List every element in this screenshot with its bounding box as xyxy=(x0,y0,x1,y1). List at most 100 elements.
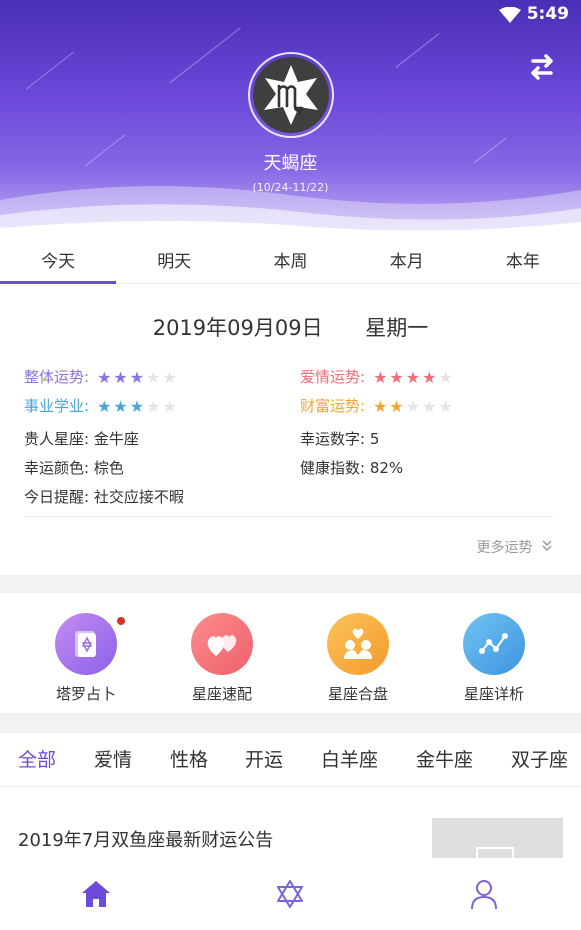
star-empty-icon: ★ xyxy=(146,397,163,416)
nav-profile[interactable] xyxy=(466,876,502,912)
tool-compatibility[interactable]: 星座合盘 xyxy=(303,613,413,704)
info-lucky-number: 幸运数字: 5 xyxy=(300,428,379,449)
fortune-date: 2019年09月09日 xyxy=(152,316,323,340)
article-thumbnail[interactable] xyxy=(432,818,563,863)
tools-row: 塔罗占卜 星座速配 星座合盘 星座详析 xyxy=(0,593,581,713)
divider xyxy=(24,516,553,517)
article-item[interactable]: 2019年7月双鱼座最新财运公告 xyxy=(0,788,581,863)
info-health-index: 健康指数: 82% xyxy=(300,457,403,478)
info-value: 5 xyxy=(369,430,380,448)
info-value: 社交应接不暇 xyxy=(93,488,184,506)
category-gemini[interactable]: 双子座 xyxy=(511,733,568,787)
tool-label: 塔罗占卜 xyxy=(55,685,116,703)
rating-stars: ★★★★★ xyxy=(97,397,179,416)
star-filled-icon: ★ xyxy=(405,368,423,387)
sign-avatar[interactable] xyxy=(248,52,334,138)
rating-stars: ★★★★★ xyxy=(373,397,455,416)
scorpio-icon xyxy=(264,65,318,125)
section-gap xyxy=(0,575,581,593)
info-label: 贵人星座: xyxy=(24,430,90,448)
tool-circle xyxy=(191,613,253,675)
category-tabs: 全部 爱情 性格 开运 白羊座 金牛座 双子座 xyxy=(0,733,581,787)
category-luck[interactable]: 开运 xyxy=(245,733,283,787)
fortune-date-line: 2019年09月09日 星期一 xyxy=(0,312,581,342)
tab-this-year[interactable]: 本年 xyxy=(465,240,581,283)
rating-label: 财富运势: xyxy=(300,397,366,415)
category-love[interactable]: 爱情 xyxy=(94,733,132,787)
nav-star[interactable] xyxy=(272,876,308,912)
info-label: 健康指数: xyxy=(300,459,366,477)
constellation-icon xyxy=(479,633,508,654)
status-time: 5:49 xyxy=(526,4,569,24)
hearts-icon xyxy=(207,635,237,656)
tab-this-month[interactable]: 本月 xyxy=(349,240,465,283)
star-empty-icon: ★ xyxy=(162,368,179,387)
tab-today[interactable]: 今天 xyxy=(0,240,117,284)
category-personality[interactable]: 性格 xyxy=(170,733,208,787)
rating-stars: ★★★★★ xyxy=(97,368,179,387)
bottom-nav xyxy=(0,858,581,930)
star-filled-icon: ★ xyxy=(129,368,147,387)
notification-dot xyxy=(117,617,125,625)
section-gap xyxy=(0,713,581,733)
category-taurus[interactable]: 金牛座 xyxy=(416,733,473,787)
star-empty-icon: ★ xyxy=(162,397,179,416)
info-label: 幸运数字: xyxy=(300,430,366,448)
rating-overall: 整体运势: ★★★★★ xyxy=(24,366,179,387)
rating-love: 爱情运势: ★★★★★ xyxy=(300,366,455,387)
category-aries[interactable]: 白羊座 xyxy=(321,733,378,787)
info-value: 82% xyxy=(369,459,404,477)
more-fortune-label: 更多运势 xyxy=(476,540,533,556)
star-filled-icon: ★ xyxy=(113,368,130,387)
rating-label: 事业学业: xyxy=(24,397,90,415)
tab-tomorrow[interactable]: 明天 xyxy=(116,240,232,283)
switch-sign-button[interactable] xyxy=(525,50,559,84)
star-empty-icon: ★ xyxy=(405,397,423,416)
tarot-card-icon xyxy=(75,631,96,657)
tool-circle xyxy=(327,613,389,675)
rating-wealth: 财富运势: ★★★★★ xyxy=(300,395,455,416)
more-fortune-link[interactable]: 更多运势 xyxy=(477,537,553,557)
article-title[interactable]: 2019年7月双鱼座最新财运公告 xyxy=(18,826,273,852)
tool-circle xyxy=(55,613,125,675)
header-wave xyxy=(0,186,581,240)
wifi-icon xyxy=(499,7,521,23)
tool-sign-analysis[interactable]: 星座详析 xyxy=(439,613,549,704)
double-chevron-down-icon xyxy=(542,540,552,552)
tool-tarot[interactable]: 塔罗占卜 xyxy=(31,613,141,704)
star-filled-icon: ★ xyxy=(373,397,390,416)
star-empty-icon: ★ xyxy=(146,368,163,387)
header: 5:49 天蝎座 (10/24-11/22) xyxy=(0,0,581,240)
star-filled-icon: ★ xyxy=(129,397,147,416)
tool-label: 星座合盘 xyxy=(327,685,388,703)
rating-label: 整体运势: xyxy=(24,368,90,386)
category-all[interactable]: 全部 xyxy=(18,733,56,787)
rating-career: 事业学业: ★★★★★ xyxy=(24,395,179,416)
star-empty-icon: ★ xyxy=(438,368,455,387)
info-label: 幸运颜色: xyxy=(24,459,90,477)
status-bar: 5:49 xyxy=(0,0,581,30)
star-empty-icon: ★ xyxy=(438,397,455,416)
tab-this-week[interactable]: 本周 xyxy=(232,240,348,283)
period-tabs: 今天 明天 本周 本月 本年 xyxy=(0,240,581,284)
home-icon xyxy=(82,881,110,907)
info-label: 今日提醒: xyxy=(24,488,90,506)
star-filled-icon: ★ xyxy=(113,397,130,416)
star-filled-icon: ★ xyxy=(389,368,406,387)
tool-circle xyxy=(463,613,525,675)
info-noble-sign: 贵人星座: 金牛座 xyxy=(24,428,139,449)
nav-home[interactable] xyxy=(78,876,114,912)
info-lucky-color: 幸运颜色: 棕色 xyxy=(24,457,124,478)
star-filled-icon: ★ xyxy=(422,368,439,387)
star-filled-icon: ★ xyxy=(97,368,114,387)
swap-arrows-icon xyxy=(531,54,553,80)
star-filled-icon: ★ xyxy=(389,397,406,416)
tool-sign-match[interactable]: 星座速配 xyxy=(167,613,277,704)
info-daily-reminder: 今日提醒: 社交应接不暇 xyxy=(24,486,184,507)
fortune-card: 2019年09月09日 星期一 整体运势: ★★★★★ 爱情运势: ★★★★★ 事业… xyxy=(0,285,581,575)
couple-hearts-icon xyxy=(344,628,372,659)
image-placeholder-icon xyxy=(476,847,514,863)
info-value: 棕色 xyxy=(93,459,124,477)
star-filled-icon: ★ xyxy=(373,368,390,387)
tool-label: 星座速配 xyxy=(191,685,252,703)
